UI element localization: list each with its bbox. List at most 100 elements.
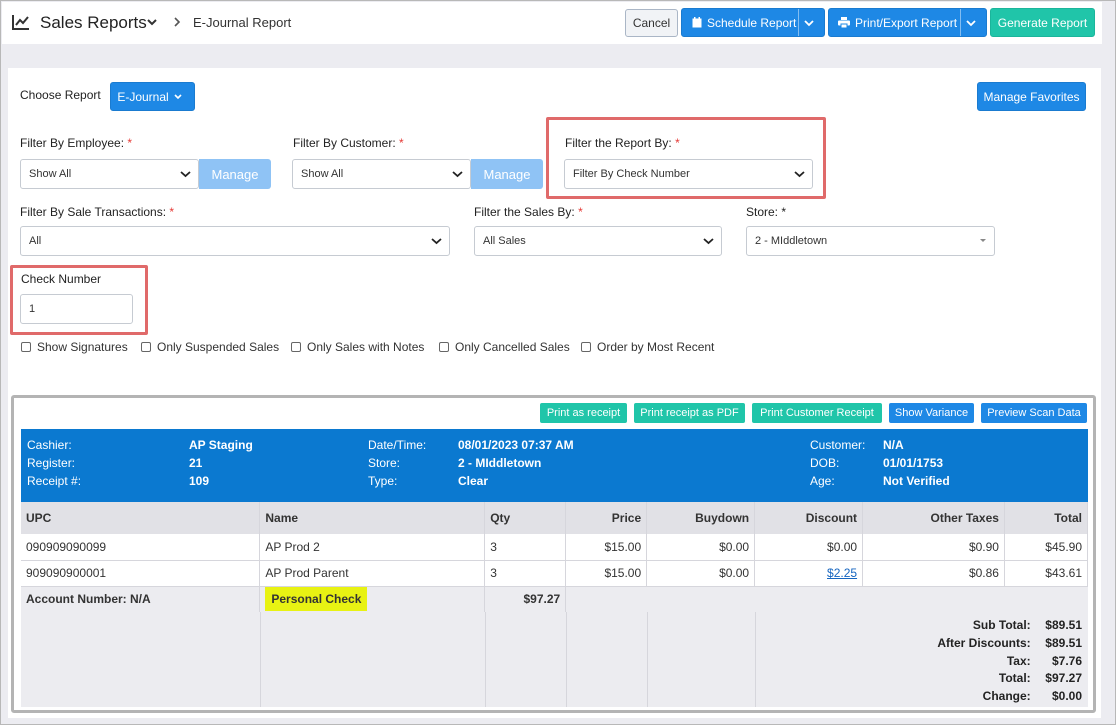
checkbox-box[interactable] [291,342,301,352]
sales-by-label: Filter the Sales By: * [474,205,583,219]
print-pdf-button[interactable]: Print receipt as PDF [634,403,745,423]
only-suspended-checkbox[interactable]: Only Suspended Sales [141,340,279,354]
dob-value: 01/01/1753 [883,456,944,470]
employee-filter-label: Filter By Employee: * [20,136,132,150]
preview-scan-data-button[interactable]: Preview Scan Data [981,403,1087,423]
only-cancelled-checkbox[interactable]: Only Cancelled Sales [439,340,570,354]
print-receipt-button[interactable]: Print as receipt [540,403,627,423]
sale-transactions-text: Filter By Sale Transactions: [20,205,167,219]
report-by-select[interactable]: Filter By Check Number [564,159,813,189]
checkbox-label: Only Sales with Notes [307,340,425,354]
schedule-report-button[interactable]: Schedule Report [681,8,825,37]
cancel-button[interactable]: Cancel [625,9,678,37]
customer-select[interactable]: Show All [292,159,471,189]
total-label: Change: [982,689,1031,703]
sales-by-select[interactable]: All Sales [474,226,722,256]
choose-report-dropdown[interactable]: E-Journal [110,82,195,111]
store-label: Store: * [746,205,787,219]
column-header[interactable]: Discount [754,502,864,534]
sale-transactions-select[interactable]: All [20,226,450,256]
customer-manage-button[interactable]: Manage [471,159,543,189]
sale-transactions-label: Filter By Sale Transactions: * [20,205,174,219]
divider [260,612,261,707]
print-dropdown-toggle[interactable] [960,9,986,36]
discount-link[interactable]: $2.25 [827,566,857,580]
total-value: $7.76 [1051,654,1082,668]
customer-filter-label: Filter By Customer: * [293,136,404,150]
check-number-value: 1 [29,303,36,315]
print-export-button[interactable]: Print/Export Report [828,8,987,37]
type-label: Type: [368,474,398,488]
table-cell [565,586,1088,613]
total-line: Total: $97.27 [911,671,1082,685]
table-cell: $0.00 [646,560,756,587]
change-line: Change: $0.00 [911,689,1082,703]
total-label: After Discounts: [937,636,1031,650]
employee-select[interactable]: Show All [20,159,199,189]
page-title[interactable]: Sales Reports [40,13,147,33]
report-by-label: Filter the Report By: * [565,136,680,150]
app-frame: Sales Reports E-Journal Report Cancel Sc… [0,0,1116,725]
column-header[interactable]: Buydown [646,502,756,534]
top-bar: Sales Reports E-Journal Report Cancel Sc… [2,2,1102,44]
print-export-label: Print/Export Report [855,15,958,30]
divider [566,612,567,707]
tax-line: Tax: $7.76 [911,654,1082,668]
chevron-down-icon[interactable] [146,16,158,28]
generate-report-button[interactable]: Generate Report [990,8,1095,37]
checkbox-box[interactable] [581,342,591,352]
column-header[interactable]: Name [259,502,486,534]
employee-manage-button[interactable]: Manage [199,159,271,189]
report-by-select-value: Filter By Check Number [573,168,690,180]
schedule-dropdown-toggle[interactable] [798,9,824,36]
choose-report-label: Choose Report [20,88,101,102]
checkbox-box[interactable] [21,342,31,352]
manage-favorites-button[interactable]: Manage Favorites [977,82,1086,111]
check-number-label: Check Number [21,272,102,286]
schedule-report-label: Schedule Report [707,15,797,30]
column-header[interactable]: UPC [21,502,261,534]
store-select[interactable]: 2 - MIddletown [746,226,995,256]
column-header[interactable]: Total [1004,502,1089,534]
printer-icon [838,17,850,28]
account-number: Account Number: N/A [21,586,261,613]
only-notes-checkbox[interactable]: Only Sales with Notes [291,340,424,354]
checkbox-label: Show Signatures [37,340,128,354]
table-cell: 3 [484,534,567,561]
receipt-number-value: 109 [189,474,210,488]
required-mark: * [675,136,680,150]
total-label: Total: [998,671,1031,685]
payment-type-cell: Personal Check [259,586,486,613]
print-customer-receipt-button[interactable]: Print Customer Receipt [752,403,882,423]
totals-area: Sub Total: $89.51 After Discounts: $89.5… [21,612,1088,707]
cashier-label: Cashier: [27,438,72,452]
total-label: Sub Total: [972,618,1031,632]
check-number-input[interactable]: 1 [20,294,133,324]
checkbox-label: Only Suspended Sales [157,340,280,354]
sales-by-text: Filter the Sales By: [474,205,575,219]
checkbox-box[interactable] [141,342,151,352]
order-recent-checkbox[interactable]: Order by Most Recent [581,340,714,354]
table-cell: AP Prod 2 [259,534,486,561]
total-label: Tax: [1006,654,1031,668]
table-row: 090909090099 AP Prod 2 3 $15.00 $0.00 $0… [21,534,1089,561]
table-cell: 3 [484,560,567,587]
table-cell: $2.25 [754,560,864,587]
show-signatures-checkbox[interactable]: Show Signatures [21,340,128,354]
report-panel: Choose Report E-Journal Manage Favorites… [8,68,1101,718]
store-value: 2 - MIddletown [755,235,828,247]
required-mark: * [169,205,175,219]
show-variance-button[interactable]: Show Variance [889,403,974,423]
table-cell: $43.61 [1004,560,1089,587]
age-label: Age: [810,474,835,488]
checkbox-box[interactable] [439,342,449,352]
table-cell: 909090900001 [21,560,261,587]
column-header[interactable]: Price [565,502,648,534]
column-header[interactable]: Other Taxes [862,502,1005,534]
column-header[interactable]: Qty [484,502,567,534]
employee-filter-text: Filter By Employee: [20,136,125,150]
table-header-row: UPC Name Qty Price Buydown Discount Othe… [21,502,1089,534]
checkbox-label: Order by Most Recent [597,340,715,354]
chevron-down-icon [431,238,442,245]
payment-type: Personal Check [265,587,368,611]
